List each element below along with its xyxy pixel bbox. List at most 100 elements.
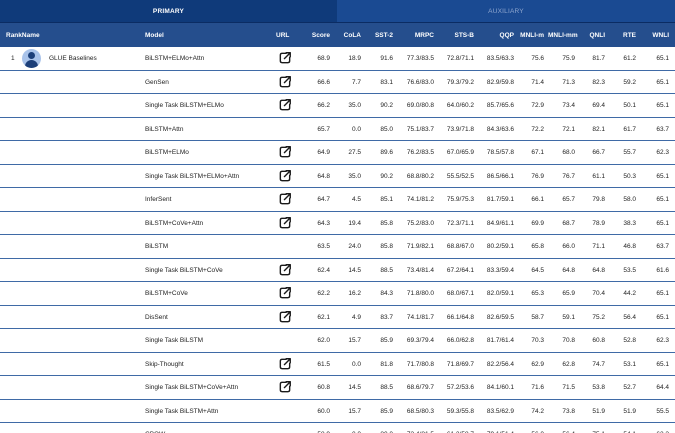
- header-url[interactable]: URL: [276, 23, 294, 48]
- qnli-cell: 78.9: [592, 219, 605, 227]
- url-cell: [276, 235, 294, 259]
- mnli-m-cell: 56.0: [517, 423, 544, 433]
- external-link-icon[interactable]: [278, 51, 292, 65]
- table-row: DisSent 62.1 4.9 83.7 74.1/81.7 66.1/64.8 82.6…: [0, 306, 675, 329]
- external-link-icon[interactable]: [278, 169, 292, 183]
- team-name-cell[interactable]: GLUE Baselines: [49, 47, 139, 71]
- model-cell: BiLSTM+ELMo+Attn: [145, 55, 205, 62]
- stsb-cell: 72.3/71.1: [446, 219, 474, 227]
- model-cell: Single Task BiLSTM: [145, 337, 204, 344]
- mrpc-cell: 71.8/80.0: [406, 290, 434, 297]
- rte-cell: 46.8: [623, 243, 636, 250]
- mrpc-cell: 75.1/83.7: [406, 125, 434, 133]
- external-link-icon[interactable]: [278, 216, 292, 230]
- external-link-icon[interactable]: [278, 192, 292, 206]
- header-score[interactable]: Score: [300, 23, 330, 48]
- url-cell: [276, 165, 294, 189]
- header-stsb[interactable]: STS-B: [438, 23, 475, 48]
- table-row: Single Task BiLSTM+Attn 60.0 15.7 85.9 68.5/…: [0, 400, 675, 423]
- external-link-icon[interactable]: [278, 357, 292, 371]
- wnli-cell: 65.1: [656, 360, 669, 368]
- wnli-cell: 64.4: [656, 384, 669, 391]
- table-row: Single Task BiLSTM+CoVe 62.4 14.5 88.5 73.4/…: [0, 259, 675, 282]
- url-cell: [276, 94, 294, 118]
- score-cell: 64.3: [317, 219, 330, 227]
- external-link-icon[interactable]: [278, 286, 292, 300]
- external-link-icon[interactable]: [278, 98, 292, 112]
- url-cell: [276, 423, 294, 433]
- sst2-cell: 88.5: [380, 266, 393, 274]
- model-cell: CBOW: [145, 423, 270, 433]
- qqp-cell: 83.5/63.3: [486, 55, 514, 62]
- external-link-icon[interactable]: [278, 263, 292, 277]
- table-row: InferSent 64.7 4.5 85.1 74.1/81.2 75.9/75.3 81…: [0, 188, 675, 212]
- mnli-m-cell: 67.1: [531, 149, 544, 156]
- rte-cell: 53.1: [623, 360, 636, 368]
- mnli-mm-cell: 59.1: [562, 313, 575, 321]
- sst2-cell: 83.1: [380, 78, 393, 86]
- external-link-icon[interactable]: [278, 380, 292, 394]
- header-mnli-m[interactable]: MNLI-m: [517, 23, 544, 48]
- model-cell: BiLSTM+CoVe+Attn: [145, 219, 204, 227]
- stsb-cell: 79.3/79.2: [446, 78, 474, 86]
- table-row: Single Task BiLSTM 62.0 15.7 85.9 69.3/79.4 6…: [0, 329, 675, 353]
- header-sst2[interactable]: SST-2: [364, 23, 393, 48]
- mrpc-cell: 76.2/83.5: [406, 149, 434, 156]
- rte-cell: 52.8: [623, 337, 636, 344]
- qnli-cell: 82.1: [592, 125, 605, 133]
- mnli-mm-cell: 75.9: [562, 55, 575, 62]
- qqp-cell: 81.7/61.4: [486, 337, 514, 344]
- table-row: BiLSTM+ELMo 64.9 27.5 89.6 76.2/83.5 67.0/65.…: [0, 141, 675, 165]
- tab-auxiliary[interactable]: AUXILIARY: [337, 0, 675, 22]
- url-cell: [276, 141, 294, 165]
- wnli-cell: 65.1: [656, 78, 669, 86]
- url-cell: [276, 47, 294, 71]
- score-cell: 64.9: [317, 149, 330, 156]
- qnli-cell: 70.4: [592, 290, 605, 297]
- mrpc-cell: 75.2/83.0: [406, 219, 434, 227]
- stsb-cell: 71.8/69.7: [446, 360, 474, 368]
- header-qnli[interactable]: QNLI: [579, 23, 605, 48]
- mnli-m-cell: 65.8: [531, 243, 544, 250]
- mnli-m-cell: 75.6: [531, 55, 544, 62]
- wnli-cell: 65.1: [656, 102, 669, 109]
- cola-cell: 19.4: [348, 219, 361, 227]
- mnli-m-cell: 65.3: [531, 290, 544, 297]
- url-cell: [276, 329, 294, 353]
- table-row: Skip-Thought 61.5 0.0 81.8 71.7/80.8 71.8/69.…: [0, 353, 675, 376]
- header-mrpc[interactable]: MRPC: [397, 23, 434, 48]
- external-link-icon[interactable]: [278, 75, 292, 89]
- sst2-cell: 90.2: [380, 172, 393, 180]
- leaderboard-table: 1 GLUE Baselines BiLSTM+ELMo+Attn 68.9 18.9 9…: [0, 47, 675, 433]
- header-mnli-mm[interactable]: MNLI-mm: [548, 23, 578, 48]
- qnli-cell: 71.1: [592, 243, 605, 250]
- header-rte[interactable]: RTE: [610, 23, 636, 48]
- header-wnli[interactable]: WNLI: [640, 23, 669, 48]
- wnli-cell: 65.1: [656, 196, 669, 203]
- mnli-m-cell: 62.9: [531, 360, 544, 368]
- sst2-cell: 85.9: [380, 407, 393, 415]
- wnli-cell: 63.7: [656, 125, 669, 133]
- header-model[interactable]: Model: [145, 23, 270, 48]
- wnli-cell: 62.3: [656, 149, 669, 156]
- header-rank-name[interactable]: RankName: [6, 23, 46, 48]
- external-link-icon[interactable]: [278, 310, 292, 324]
- tab-primary[interactable]: PRIMARY: [0, 0, 337, 22]
- score-cell: 66.2: [317, 102, 330, 109]
- wnli-cell: 62.3: [656, 337, 669, 344]
- header-cola[interactable]: CoLA: [336, 23, 361, 48]
- mrpc-cell: 68.6/79.7: [406, 384, 434, 391]
- mnli-mm-cell: 56.4: [548, 423, 575, 433]
- score-cell: 60.8: [317, 384, 330, 391]
- external-link-icon[interactable]: [278, 145, 292, 159]
- mnli-mm-cell: 68.7: [562, 219, 575, 227]
- stsb-cell: 66.1/64.8: [446, 313, 474, 321]
- qnli-cell: 74.7: [592, 360, 605, 368]
- header-qqp[interactable]: QQP: [478, 23, 514, 48]
- mrpc-cell: 77.3/83.5: [406, 55, 434, 62]
- sst2-cell: 91.6: [380, 55, 393, 62]
- mnli-mm-cell: 66.0: [562, 243, 575, 250]
- score-cell: 60.0: [317, 407, 330, 415]
- cola-cell: 15.7: [348, 407, 361, 415]
- qnli-cell: 61.1: [592, 172, 605, 180]
